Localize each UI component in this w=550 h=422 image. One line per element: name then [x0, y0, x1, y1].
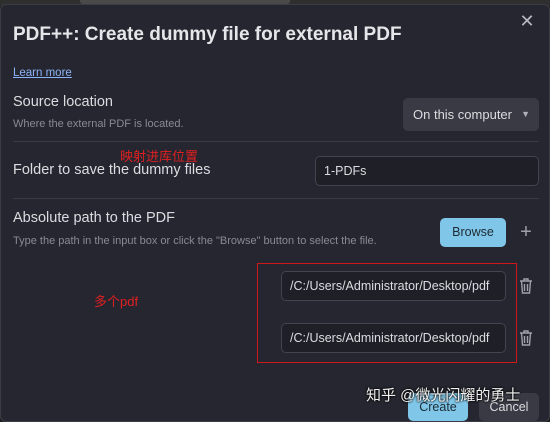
close-icon[interactable]: ✕ [519, 12, 535, 30]
divider [13, 198, 539, 199]
learn-more-link[interactable]: Learn more [13, 67, 72, 79]
source-location-dropdown[interactable]: On this computer ▼ [403, 98, 539, 131]
plus-icon[interactable]: + [517, 220, 535, 244]
trash-icon[interactable] [517, 276, 535, 296]
multi-pdf-annotation: 多个pdf [94, 294, 139, 309]
absolute-path-label: Absolute path to the PDF [13, 210, 176, 226]
source-location-selected: On this computer [413, 107, 512, 122]
source-location-label: Source location [13, 94, 113, 110]
divider [13, 141, 539, 142]
source-location-description: Where the external PDF is located. [13, 118, 184, 130]
folder-annotation: 映射进库位置 [120, 149, 199, 164]
annotation-box [257, 263, 517, 363]
caret-down-icon: ▼ [521, 109, 530, 119]
folder-input[interactable]: 1-PDFs [315, 156, 539, 186]
dialog-title: PDF++: Create dummy file for external PD… [13, 24, 402, 45]
browse-button[interactable]: Browse [440, 218, 506, 247]
absolute-path-description: Type the path in the input box or click … [13, 235, 377, 247]
watermark: 知乎 @微光闪耀的勇士 [366, 387, 521, 404]
trash-icon[interactable] [517, 328, 535, 348]
